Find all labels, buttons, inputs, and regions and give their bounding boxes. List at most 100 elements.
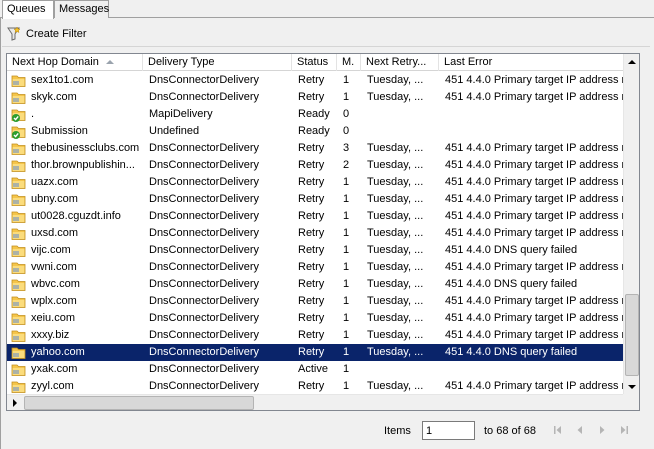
folder-icon bbox=[11, 73, 27, 88]
cell-message-count: 1 bbox=[343, 91, 350, 103]
scroll-right-button[interactable] bbox=[7, 395, 23, 410]
tab-messages[interactable]: Messages bbox=[54, 0, 109, 18]
cell-delivery-type: DnsConnectorDelivery bbox=[149, 312, 260, 324]
cell-last-error: 451 4.4.0 Primary target IP address r bbox=[445, 142, 626, 154]
previous-page-icon bbox=[577, 426, 582, 434]
previous-page-button[interactable] bbox=[572, 422, 588, 438]
scroll-down-button[interactable] bbox=[624, 379, 639, 395]
domain-text: sex1to1.com bbox=[31, 74, 94, 86]
table-row[interactable]: vijc.com DnsConnectorDelivery Retry 1 Tuesda… bbox=[7, 242, 627, 259]
domain-text: wplx.com bbox=[31, 295, 77, 307]
vertical-scroll-thumb[interactable] bbox=[625, 294, 639, 376]
folder-icon bbox=[11, 277, 27, 292]
next-page-button[interactable] bbox=[594, 422, 610, 438]
cell-next-hop-domain: yahoo.com bbox=[7, 344, 143, 361]
cell-delivery-type: DnsConnectorDelivery bbox=[149, 329, 260, 341]
cell-delivery-type: MapiDelivery bbox=[149, 108, 213, 120]
folder-check-icon bbox=[11, 124, 27, 139]
column-header-next-hop-domain[interactable]: Next Hop Domain bbox=[7, 54, 143, 71]
cell-message-count: 1 bbox=[343, 261, 350, 273]
cell-last-error: 451 4.4.0 Primary target IP address r bbox=[445, 159, 626, 171]
cell-next-retry: Tuesday, ... bbox=[367, 227, 424, 239]
domain-text: uazx.com bbox=[31, 176, 79, 188]
table-row[interactable]: Submission Undefined Ready 0 bbox=[7, 123, 627, 140]
column-header-delivery-type-label: Delivery Type bbox=[148, 56, 215, 68]
cell-status: Retry bbox=[298, 74, 325, 86]
table-row[interactable]: ubny.com DnsConnectorDelivery Retry 1 Tuesda… bbox=[7, 191, 627, 208]
column-header-message-count-label: M. bbox=[342, 56, 355, 68]
folder-icon bbox=[11, 90, 27, 105]
scroll-down-icon bbox=[628, 385, 636, 389]
cell-next-retry: Tuesday, ... bbox=[367, 176, 424, 188]
table-row[interactable]: thor.brownpublishin... DnsConnectorDelive… bbox=[7, 157, 627, 174]
table-row[interactable]: zyyl.com DnsConnectorDelivery Retry 1 Tuesda… bbox=[7, 378, 627, 395]
column-header-status[interactable]: Status bbox=[292, 54, 337, 71]
table-row[interactable]: wbvc.com DnsConnectorDelivery Retry 1 Tuesda… bbox=[7, 276, 627, 293]
folder-icon bbox=[11, 328, 27, 343]
cell-status: Ready bbox=[298, 108, 330, 120]
cell-next-hop-domain: sex1to1.com bbox=[7, 72, 143, 89]
cell-next-retry bbox=[361, 123, 439, 140]
cell-message-count: 1 bbox=[343, 329, 350, 341]
cell-delivery-type: DnsConnectorDelivery bbox=[149, 193, 260, 205]
domain-text: xeiu.com bbox=[31, 312, 76, 324]
horizontal-scroll-thumb[interactable] bbox=[24, 396, 254, 410]
column-header-status-label: Status bbox=[297, 56, 329, 68]
cell-next-retry: Tuesday, ... bbox=[367, 159, 424, 171]
table-row[interactable]: sex1to1.com DnsConnectorDelivery Retry 1 Tue… bbox=[7, 72, 627, 89]
last-page-icon bbox=[621, 426, 628, 434]
cell-delivery-type: DnsConnectorDelivery bbox=[149, 261, 260, 273]
cell-last-error: 451 4.4.0 Primary target IP address r bbox=[445, 193, 626, 205]
cell-status: Retry bbox=[298, 193, 325, 205]
cell-last-error bbox=[439, 123, 627, 140]
horizontal-scrollbar[interactable] bbox=[7, 394, 625, 410]
table-row[interactable]: xxxy.biz DnsConnectorDelivery Retry 1 Tuesda… bbox=[7, 327, 627, 344]
cell-next-hop-domain: ubny.com bbox=[7, 191, 143, 208]
column-header-message-count[interactable]: M. bbox=[337, 54, 361, 71]
scroll-up-button[interactable] bbox=[624, 54, 639, 70]
cell-last-error: 451 4.4.0 Primary target IP address r bbox=[445, 380, 626, 392]
domain-text: wbvc.com bbox=[31, 278, 80, 290]
cell-delivery-type: DnsConnectorDelivery bbox=[149, 363, 260, 375]
vertical-scrollbar[interactable] bbox=[623, 54, 639, 395]
cell-last-error: 451 4.4.0 DNS query failed bbox=[445, 346, 578, 358]
table-row[interactable]: . MapiDelivery Ready 0 bbox=[7, 106, 627, 123]
folder-icon bbox=[11, 379, 27, 394]
domain-text: skyk.com bbox=[31, 91, 77, 103]
column-header-delivery-type[interactable]: Delivery Type bbox=[143, 54, 292, 71]
cell-next-hop-domain: yxak.com bbox=[7, 361, 143, 378]
cell-status: Retry bbox=[298, 312, 325, 324]
cell-status: Retry bbox=[298, 380, 325, 392]
table-row[interactable]: uazx.com DnsConnectorDelivery Retry 1 Tuesda… bbox=[7, 174, 627, 191]
folder-icon bbox=[11, 141, 27, 156]
tab-queues[interactable]: Queues bbox=[2, 0, 54, 19]
column-header-last-error[interactable]: Last Error bbox=[439, 54, 627, 71]
table-row[interactable]: uxsd.com DnsConnectorDelivery Retry 1 Tuesda… bbox=[7, 225, 627, 242]
folder-icon bbox=[11, 192, 27, 207]
table-row[interactable]: yahoo.com DnsConnectorDelivery Retry 1 Tuesd… bbox=[7, 344, 627, 361]
table-row[interactable]: skyk.com DnsConnectorDelivery Retry 1 Tuesda… bbox=[7, 89, 627, 106]
cell-next-retry: Tuesday, ... bbox=[367, 142, 424, 154]
table-row[interactable]: yxak.com DnsConnectorDelivery Active 1 bbox=[7, 361, 627, 378]
table-row[interactable]: thebusinessclubs.com DnsConnectorDelivery… bbox=[7, 140, 627, 157]
items-start-input[interactable] bbox=[422, 421, 475, 440]
first-page-button[interactable] bbox=[550, 422, 566, 438]
create-filter-button[interactable]: Create Filter bbox=[6, 26, 87, 42]
cell-message-count: 1 bbox=[343, 278, 350, 290]
column-header-next-retry[interactable]: Next Retry... bbox=[361, 54, 439, 71]
tab-messages-label: Messages bbox=[59, 3, 110, 15]
table-row[interactable]: vwni.com DnsConnectorDelivery Retry 1 Tuesda… bbox=[7, 259, 627, 276]
scrollbar-corner bbox=[623, 394, 639, 410]
table-row[interactable]: xeiu.com DnsConnectorDelivery Retry 1 Tuesda… bbox=[7, 310, 627, 327]
cell-next-retry: Tuesday, ... bbox=[367, 210, 424, 222]
cell-next-hop-domain: ut0028.cguzdt.info bbox=[7, 208, 143, 225]
table-row[interactable]: wplx.com DnsConnectorDelivery Retry 1 Tuesda… bbox=[7, 293, 627, 310]
cell-status: Retry bbox=[298, 295, 325, 307]
cell-message-count: 1 bbox=[343, 295, 350, 307]
cell-delivery-type: DnsConnectorDelivery bbox=[149, 227, 260, 239]
table-row[interactable]: ut0028.cguzdt.info DnsConnectorDelivery Re… bbox=[7, 208, 627, 225]
domain-text: thor.brownpublishin... bbox=[31, 159, 135, 171]
last-page-button[interactable] bbox=[616, 422, 632, 438]
cell-last-error: 451 4.4.0 Primary target IP address r bbox=[445, 261, 626, 273]
cell-next-hop-domain: uxsd.com bbox=[7, 225, 143, 242]
